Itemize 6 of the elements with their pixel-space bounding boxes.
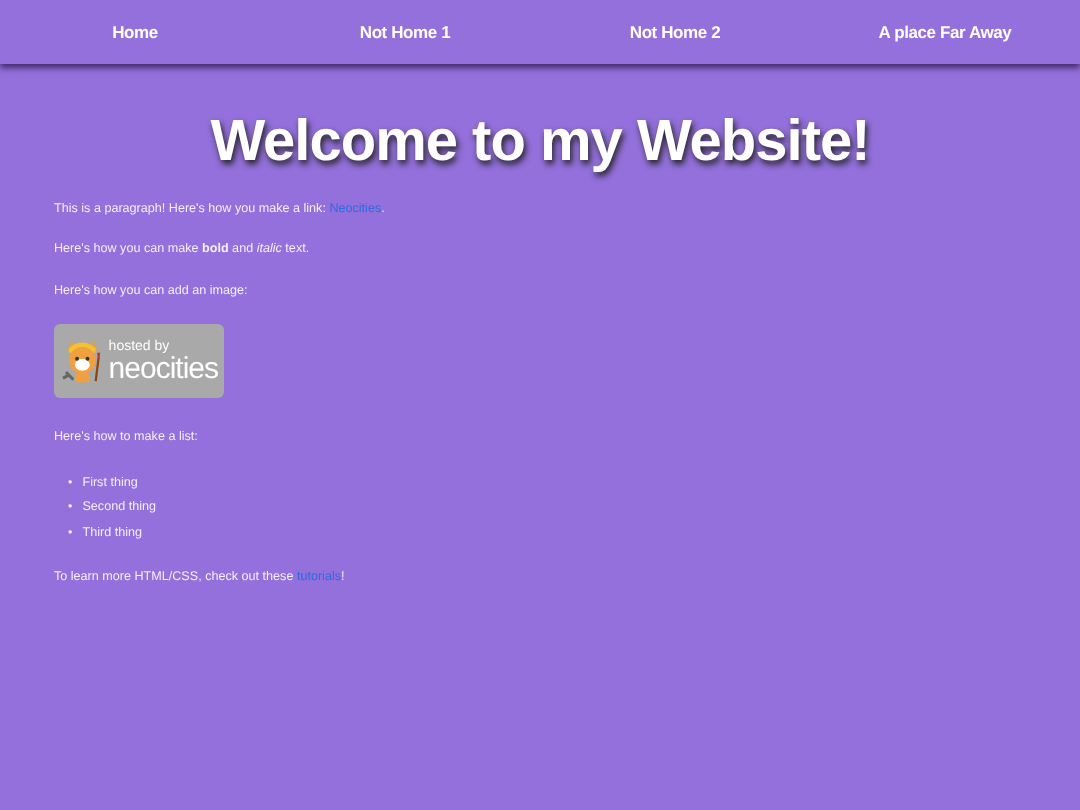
nav-link[interactable]: Not Home 1 <box>270 19 540 45</box>
nav-link[interactable]: A place Far Away <box>810 19 1080 45</box>
badge-wordmark: neocities <box>108 353 218 384</box>
nav-link[interactable]: Not Home 2 <box>540 19 810 45</box>
nav-link[interactable]: Home <box>0 19 270 45</box>
page-heading: Welcome to my Website! <box>208 108 872 178</box>
